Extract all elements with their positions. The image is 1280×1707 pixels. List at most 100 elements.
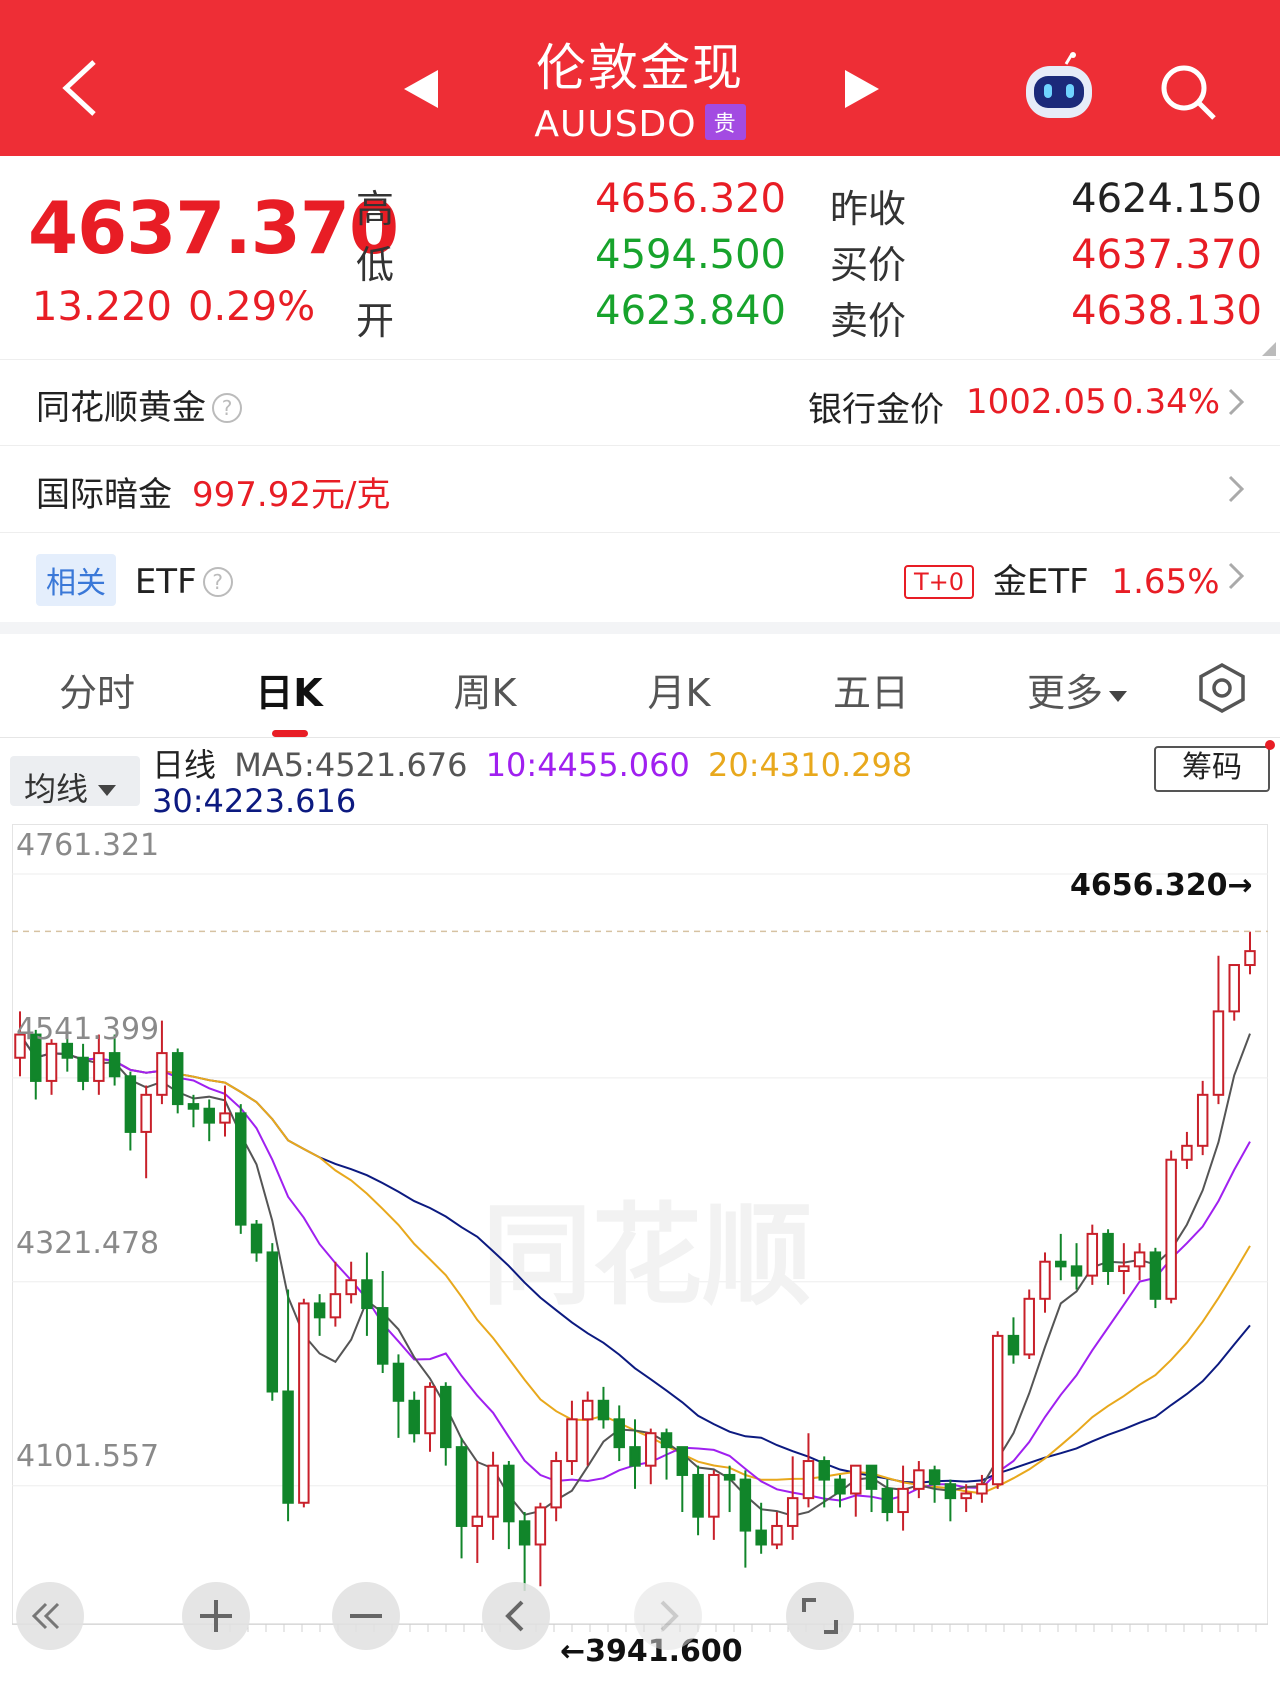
candle-down [660,1432,673,1449]
candle-down [235,1112,247,1226]
candle-down [361,1279,373,1310]
price-change-pct: 0.29% [188,284,316,330]
bank-gold-label: 银行金价 [808,390,944,430]
help-icon[interactable]: ? [212,393,242,423]
notification-dot [1265,740,1275,750]
candle-down [739,1478,752,1532]
candle-down [392,1362,405,1402]
candle-up [1228,964,1240,1013]
related-etf-row[interactable]: 相关 ETF? T+0 金ETF 1.65% [0,534,1280,620]
candle-down [928,1469,941,1486]
scroll-right-button[interactable] [634,1582,702,1650]
candle-up [771,1524,783,1546]
help-icon[interactable]: ? [202,567,233,597]
candle-up [1023,1297,1035,1356]
period-tabs: 分时 日K 周K 月K 五日 更多 [0,634,1280,738]
prev-close-label: 昨收 [830,187,907,231]
candle-down [834,1478,846,1495]
ma20-value: 20:4310.298 [708,746,913,784]
ths-gold-label: 同花顺黄金? [36,380,242,429]
chip-distribution-button[interactable]: 筹码 [1154,746,1270,792]
candle-up [1196,1093,1209,1147]
quote-panel: 4637.370 13.220 0.29% 高 低 开 4656.320 459… [0,156,1280,360]
candle-up [708,1473,720,1518]
ma-select-text: 均线 [24,770,89,808]
chevron-right-icon [1228,562,1244,590]
candle-down [723,1473,736,1481]
y-tick-label: 4761.321 [16,828,160,863]
candle-up [298,1302,310,1504]
candle-up [897,1487,909,1514]
zoom-in-icon [200,1600,232,1632]
period-high-label: 4656.320→ [1070,868,1253,903]
section-divider [0,622,1280,634]
candle-down [313,1302,326,1319]
candle-up [1039,1260,1051,1300]
y-tick-label: 4321.478 [16,1226,160,1261]
zoom-out-button[interactable] [332,1582,400,1650]
candle-down [282,1390,294,1504]
active-tab-indicator [272,730,308,737]
candle-up [471,1515,484,1527]
intl-dark-gold-row[interactable]: 国际暗金 997.92元/克 [0,447,1280,533]
ma30-value: 30:4223.616 [152,782,357,820]
ask-label: 卖价 [830,299,907,343]
tab-more[interactable]: 更多 [1012,662,1142,717]
ma-type-select[interactable]: 均线 [10,756,140,808]
candle-up [219,1112,231,1124]
candle-down [376,1307,389,1365]
chevron-right-icon [1228,388,1244,416]
candle-up [156,1052,168,1096]
ma10-value: 10:4455.060 [485,746,690,784]
candlestick-chart[interactable]: 同花顺 4761.321 4541.399 4321.478 4101.557 … [12,824,1268,1707]
code-text: AUUSDO [534,104,697,145]
candle-up [913,1469,925,1490]
instrument-code: AUUSDO 贵 [420,104,860,145]
candle-up [581,1399,594,1421]
last-price: 4637.370 [28,186,399,270]
tab-intraday[interactable]: 分时 [52,662,142,717]
intl-dark-gold-label: 国际暗金 [36,475,172,515]
candle-up [1133,1251,1146,1268]
candle-down [455,1446,468,1527]
candle-up [1165,1158,1177,1300]
page-title: 伦敦金现 [536,39,744,97]
candle-down [124,1075,137,1133]
candle-up [1244,950,1256,967]
scroll-left-icon [505,1600,524,1632]
candle-down [77,1056,89,1082]
settings-hexagon-icon[interactable] [1196,662,1248,714]
candle-up [345,1279,357,1296]
gold-etf-pct: 1.65% [1111,562,1220,602]
y-tick-label: 4541.399 [16,1012,160,1047]
robot-icon[interactable] [1020,52,1098,124]
candle-up [424,1385,436,1435]
related-tag: 相关 [36,554,116,606]
ths-gold-row[interactable]: 同花顺黄金? 银行金价 1002.05 0.34% [0,360,1280,446]
precious-badge: 贵 [704,104,746,140]
candle-up [566,1418,578,1463]
scroll-left-button[interactable] [482,1582,550,1650]
open-label: 开 [356,299,395,343]
tab-more-text: 更多 [1026,671,1103,715]
candle-up [487,1464,499,1518]
prev-close-value: 4624.150 [1071,176,1262,222]
related-etf-label: 相关 ETF? [36,554,233,606]
zoom-in-button[interactable] [182,1582,250,1650]
next-triangle-icon[interactable] [845,70,879,108]
fullscreen-button[interactable] [786,1582,854,1650]
chevron-right-icon [1228,475,1244,503]
caret-down-icon [1109,691,1127,702]
tab-weekly-k[interactable]: 周K [440,662,530,717]
tab-monthly-k[interactable]: 月K [634,662,724,717]
candle-down [266,1251,279,1393]
collapse-button[interactable] [16,1582,84,1650]
search-icon[interactable] [1156,60,1220,124]
candle-down [597,1399,610,1421]
tab-daily-k[interactable]: 日K [244,662,334,717]
open-value: 4623.840 [595,288,786,334]
tab-five-day[interactable]: 五日 [826,662,916,717]
expand-corner-icon[interactable] [1262,342,1276,356]
back-icon[interactable] [60,58,100,118]
candle-down [440,1385,452,1449]
